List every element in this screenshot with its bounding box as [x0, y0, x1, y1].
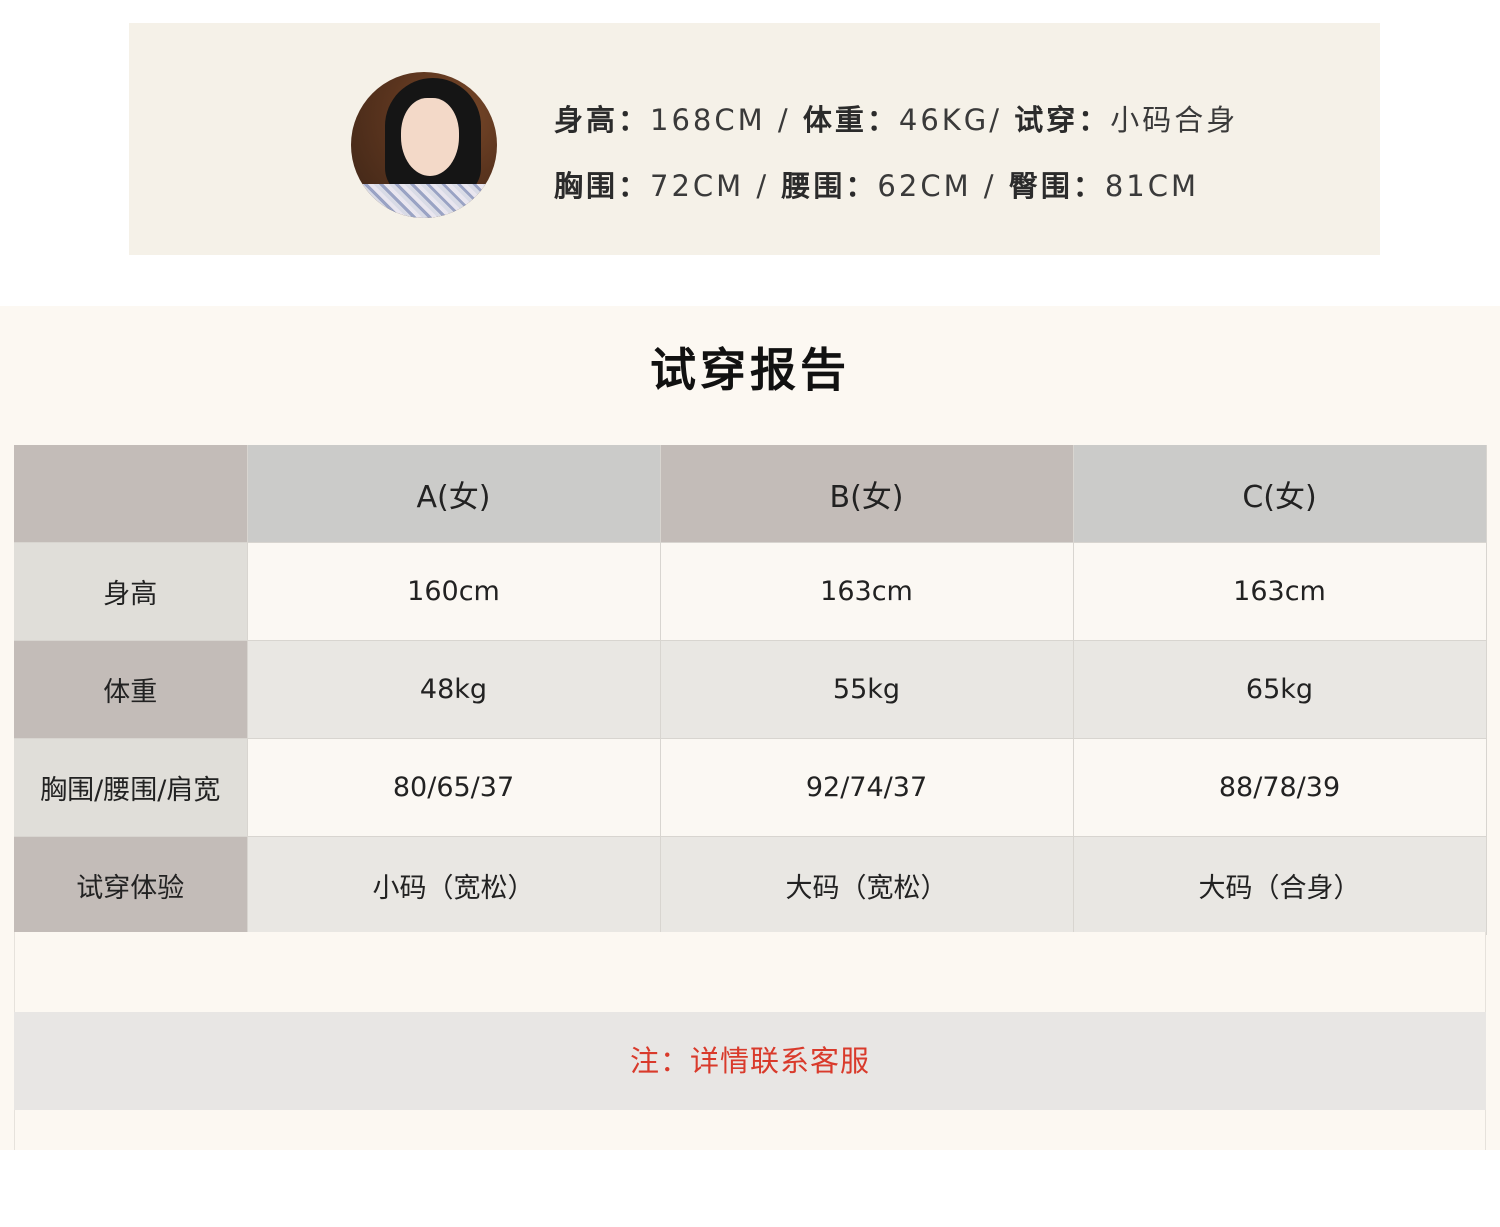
table-cell: 80/65/37	[247, 738, 661, 837]
table-cell: 163cm	[660, 542, 1074, 641]
table-cell: 88/78/39	[1073, 738, 1487, 837]
table-cell: 小码（宽松）	[247, 836, 661, 935]
tryon-report-section: 试穿报告 A(女) B(女) C(女) 身高 160cm 163cm 163cm…	[0, 306, 1500, 1150]
report-title: 试穿报告	[650, 343, 850, 397]
table-cell: 大码（宽松）	[660, 836, 1074, 935]
bust-label: 胸围：	[554, 169, 651, 203]
table-cell: 163cm	[1073, 542, 1487, 641]
table-row: 身高 160cm 163cm 163cm	[14, 542, 1487, 641]
bust-value: 72CM /	[650, 169, 782, 203]
waist-value: 62CM /	[877, 169, 1009, 203]
height-label: 身高：	[554, 103, 651, 137]
table-row: 试穿体验 小码（宽松） 大码（宽松） 大码（合身）	[14, 836, 1487, 935]
header-cell-c: C(女)	[1073, 445, 1487, 543]
row-label-weight: 体重	[14, 640, 248, 739]
weight-label: 体重：	[802, 103, 899, 137]
weight-value: 46KG/	[898, 103, 1015, 137]
tryon-table: A(女) B(女) C(女) 身高 160cm 163cm 163cm 体重 4…	[14, 445, 1487, 935]
row-label-measurements: 胸围/腰围/肩宽	[14, 738, 248, 837]
table-header-row: A(女) B(女) C(女)	[14, 445, 1487, 543]
table-spacer-row	[14, 932, 1486, 1012]
table-cell: 92/74/37	[660, 738, 1074, 837]
tryon-label: 试穿：	[1014, 103, 1111, 137]
table-cell: 160cm	[247, 542, 661, 641]
tryon-value: 小码合身	[1110, 103, 1239, 137]
model-measurements-line-1: 身高：168CM / 体重：46KG/ 试穿：小码合身	[554, 97, 1238, 139]
table-row: 体重 48kg 55kg 65kg	[14, 640, 1487, 739]
table-row: 胸围/腰围/肩宽 80/65/37 92/74/37 88/78/39	[14, 738, 1487, 837]
table-cell: 55kg	[660, 640, 1074, 739]
height-value: 168CM /	[650, 103, 803, 137]
model-measurements-line-2: 胸围：72CM / 腰围：62CM / 臀围：81CM	[554, 163, 1199, 205]
table-bottom-row	[14, 1110, 1486, 1150]
contact-note: 注：详情联系客服	[14, 1012, 1486, 1111]
model-avatar	[351, 72, 497, 218]
hip-label: 臀围：	[1008, 169, 1105, 203]
table-cell: 65kg	[1073, 640, 1487, 739]
table-cell: 大码（合身）	[1073, 836, 1487, 935]
waist-label: 腰围：	[781, 169, 878, 203]
header-cell-b: B(女)	[660, 445, 1074, 543]
header-cell-a: A(女)	[247, 445, 661, 543]
row-label-height: 身高	[14, 542, 248, 641]
row-label-experience: 试穿体验	[14, 836, 248, 935]
hip-value: 81CM	[1104, 169, 1199, 203]
model-info-card: 身高：168CM / 体重：46KG/ 试穿：小码合身 胸围：72CM / 腰围…	[129, 23, 1380, 255]
header-cell-empty	[14, 445, 248, 543]
table-cell: 48kg	[247, 640, 661, 739]
